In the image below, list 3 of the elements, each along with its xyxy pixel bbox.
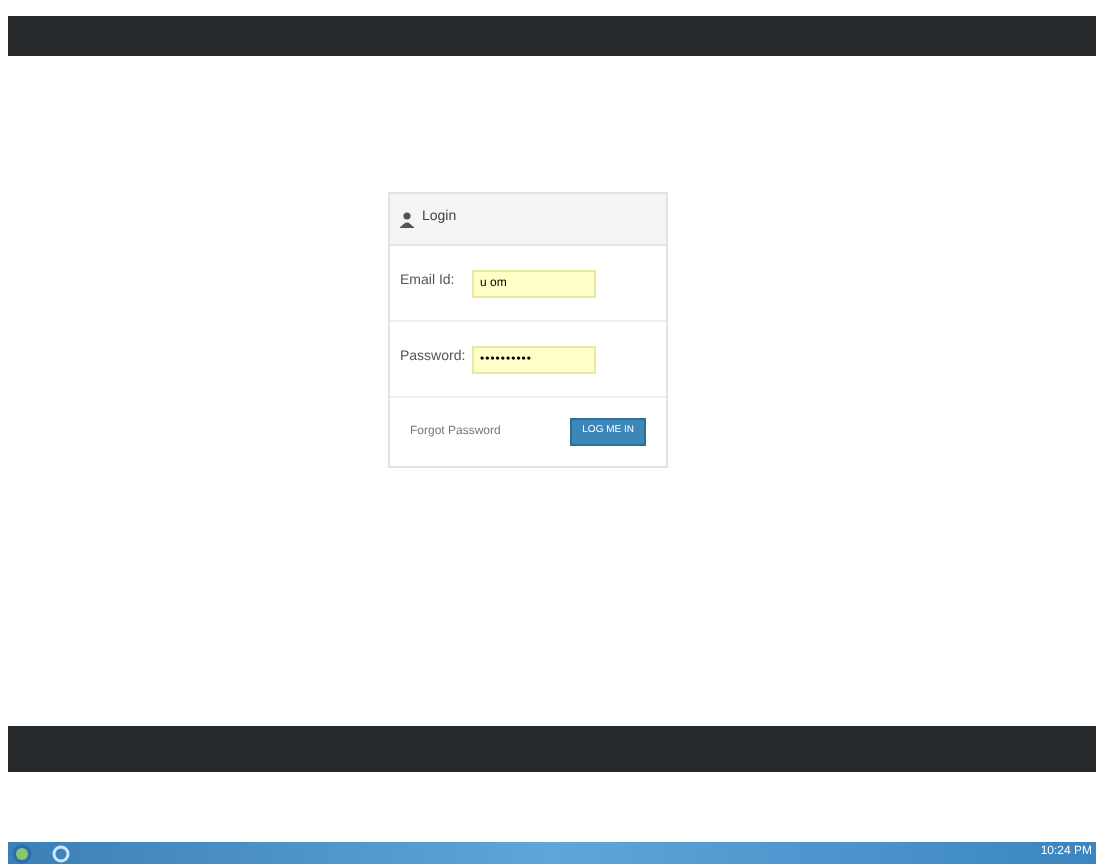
browser-icon[interactable]	[52, 843, 70, 863]
start-orb-icon[interactable]	[12, 843, 32, 863]
user-icon	[400, 211, 414, 227]
